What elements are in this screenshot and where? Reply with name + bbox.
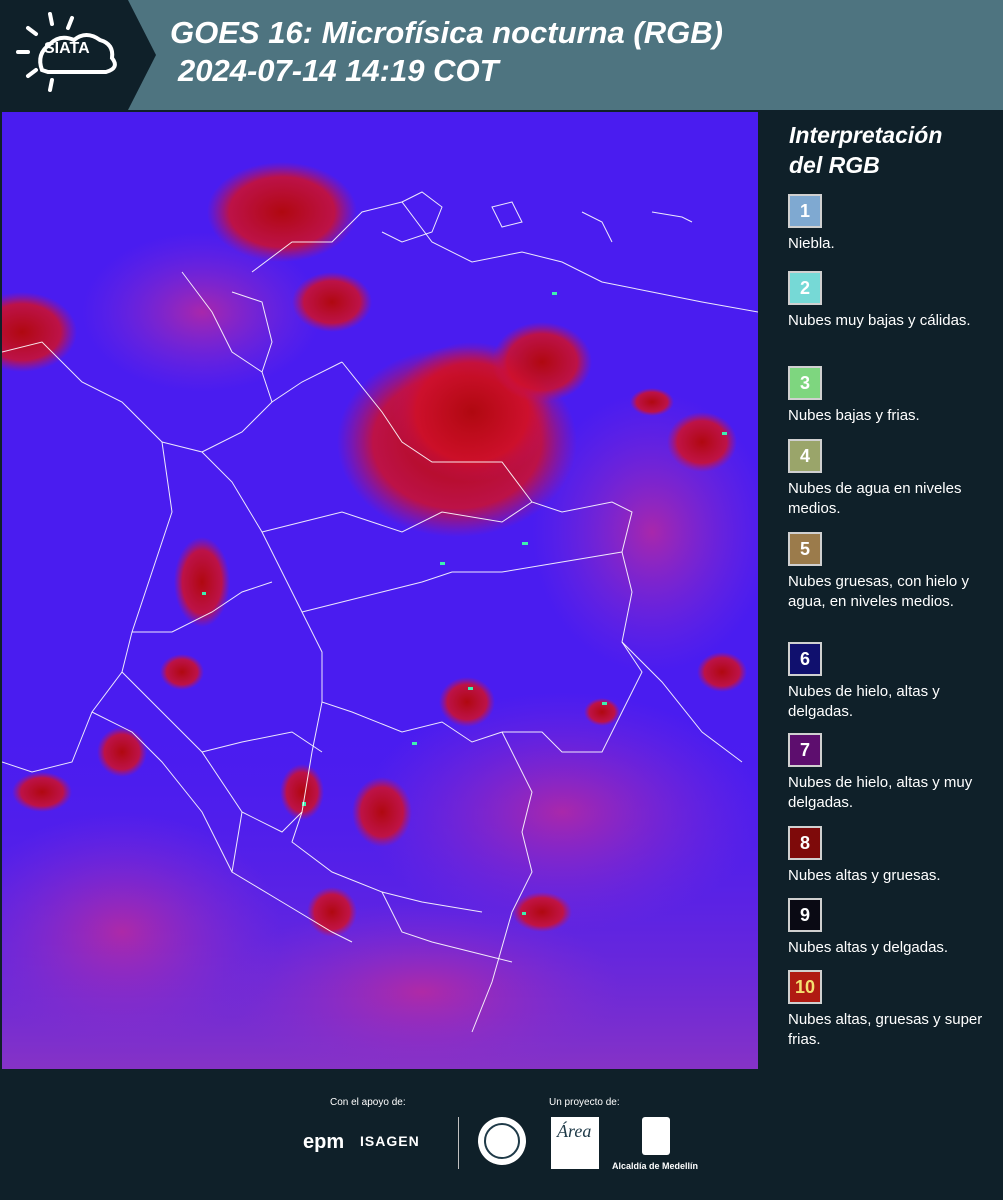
legend-title: Interpretación del RGB [789,120,942,180]
legend-item-7: 7 Nubes de hielo, altas y muy delgadas. [788,733,988,813]
legend-item-6: 6 Nubes de hielo, altas y delgadas. [788,642,988,722]
legend-label: Nubes altas y gruesas. [788,867,941,884]
title-product: GOES 16: Microfísica nocturna (RGB) [170,15,723,50]
legend-title-line1: Interpretación [789,122,943,148]
logo-text: SIATA [44,40,90,57]
siata-logo[interactable]: SIATA [0,0,128,110]
universidad-seal-logo[interactable] [478,1117,526,1165]
legend-label: Nubes de agua en niveles medios. [788,480,962,517]
header-bar: SIATA GOES 16: Microfísica nocturna (RGB… [0,0,1003,110]
legend-swatch: 3 [788,366,822,400]
seal-ring-icon [484,1123,520,1159]
area-logo-text: Área [557,1121,592,1141]
legend-item-3: 3 Nubes bajas y frias. [788,366,988,426]
footer-divider [458,1117,459,1169]
project-label: Un proyecto de: [549,1097,620,1108]
legend-panel: Interpretación del RGB 1 Niebla. 2 Nubes… [760,112,1003,1069]
legend-label: Nubes altas y delgadas. [788,939,949,956]
legend-label: Nubes gruesas, con hielo y agua, en nive… [788,573,969,610]
support-label: Con el apoyo de: [330,1097,406,1108]
legend-item-2: 2 Nubes muy bajas y cálidas. [788,271,988,331]
legend-swatch: 4 [788,439,822,473]
legend-label: Nubes de hielo, altas y delgadas. [788,683,940,720]
satellite-map[interactable] [2,112,758,1069]
title-datetime: 2024-07-14 14:19 COT [178,53,499,88]
legend-item-10: 10 Nubes altas, gruesas y super frias. [788,970,988,1050]
legend-label: Nubes muy bajas y cálidas. [788,312,971,329]
legend-swatch: 10 [788,970,822,1004]
legend-item-9: 9 Nubes altas y delgadas. [788,898,988,958]
legend-label: Nubes altas, gruesas y super frias. [788,1011,983,1048]
alcaldia-label: Alcaldía de Medellín [612,1161,699,1171]
alcaldia-shield-icon[interactable] [642,1117,670,1155]
epm-logo[interactable]: epm [303,1131,344,1154]
logo-arrow-shape [128,0,156,110]
legend-label: Nubes bajas y frias. [788,407,920,424]
legend-label: Niebla. [788,235,835,252]
legend-swatch: 2 [788,271,822,305]
footer: Con el apoyo de: Un proyecto de: epm ISA… [0,1069,1003,1200]
legend-title-line2: del RGB [789,152,880,178]
legend-swatch: 1 [788,194,822,228]
legend-swatch: 9 [788,898,822,932]
legend-swatch: 7 [788,733,822,767]
page-title: GOES 16: Microfísica nocturna (RGB) 2024… [170,14,723,90]
legend-item-8: 8 Nubes altas y gruesas. [788,826,988,886]
rgb-composite-image [2,112,758,1069]
legend-swatch: 5 [788,532,822,566]
legend-label: Nubes de hielo, altas y muy delgadas. [788,774,973,811]
legend-item-4: 4 Nubes de agua en niveles medios. [788,439,988,519]
legend-swatch: 8 [788,826,822,860]
legend-item-1: 1 Niebla. [788,194,988,254]
legend-item-5: 5 Nubes gruesas, con hielo y agua, en ni… [788,532,988,612]
isagen-logo[interactable]: ISAGEN [360,1133,420,1149]
legend-swatch: 6 [788,642,822,676]
area-metropolitana-logo[interactable]: Área [551,1117,599,1169]
